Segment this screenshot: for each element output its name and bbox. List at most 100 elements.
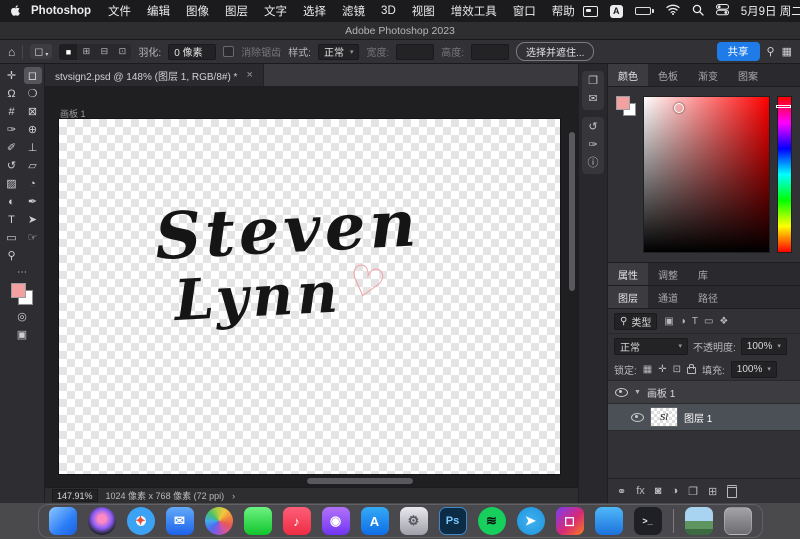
history-panel[interactable]: ↺ [588, 122, 597, 133]
music[interactable]: ♪ [283, 507, 311, 535]
path-selection-tool[interactable]: ➤ [24, 211, 42, 228]
tab-color[interactable]: 颜色 [608, 64, 648, 86]
photoshop[interactable]: Ps [439, 507, 467, 535]
horizontal-scroll-thumb[interactable] [307, 478, 413, 484]
status-chevron-icon[interactable]: › [232, 491, 235, 501]
panel-color-swatches[interactable] [616, 96, 636, 253]
notes-panel[interactable]: ✑ [588, 140, 597, 151]
workspace-switcher-icon[interactable]: ▦ [782, 45, 792, 58]
comments-panel[interactable]: ✉ [588, 94, 597, 105]
finder[interactable] [49, 507, 77, 535]
info-panel[interactable]: ⓘ [588, 158, 599, 169]
width-input[interactable] [396, 44, 434, 60]
tab-adjustments[interactable]: 调整 [648, 263, 688, 285]
libraries-panel[interactable]: ❐ [588, 76, 598, 87]
new-selection-mode[interactable]: ■ [59, 44, 77, 60]
menu-item[interactable]: 3D [381, 5, 396, 17]
menu-item[interactable]: 文字 [264, 3, 287, 19]
current-tool-button[interactable]: ◻▾ [30, 44, 52, 59]
layer-row-artboard[interactable]: ▼ 画板 1 [608, 381, 800, 404]
filter-pixel-layers[interactable]: ▣ [664, 316, 673, 327]
lock-position[interactable]: ✛ [658, 364, 666, 375]
menu-item[interactable]: 滤镜 [342, 3, 365, 19]
input-source-icon[interactable]: A [610, 5, 623, 18]
tab-swatches[interactable]: 色板 [648, 64, 688, 86]
podcasts[interactable]: ◉ [322, 507, 350, 535]
gradient-tool[interactable]: ▨ [3, 175, 21, 192]
new-group-icon[interactable]: ❐ [688, 485, 698, 498]
hand-tool[interactable]: ☞ [24, 229, 42, 246]
lock-all-icon[interactable] [687, 367, 696, 374]
eyedropper-tool[interactable]: ✑ [3, 121, 21, 138]
filter-smart-objects[interactable]: ❖ [719, 316, 728, 327]
layer-filter-select[interactable]: ⚲ 类型 [614, 313, 657, 330]
mail[interactable]: ✉ [166, 507, 194, 535]
layer-row-layer1[interactable]: Sl 图层 1 [608, 404, 800, 431]
select-and-mask-button[interactable]: 选择并遮住... [516, 42, 594, 61]
canvas-workspace[interactable]: 画板 1 Steven Lynn ♡ [45, 86, 578, 487]
instagram[interactable]: ◻ [556, 507, 584, 535]
vertical-scroll-thumb[interactable] [569, 132, 575, 291]
layer-thumbnail[interactable]: Sl [650, 407, 678, 427]
menu-item[interactable]: 编辑 [147, 3, 170, 19]
blend-mode-select[interactable]: 正常▾ [614, 338, 688, 355]
zoom-tool[interactable]: ⚲ [3, 247, 21, 264]
artboard-canvas[interactable]: Steven Lynn ♡ [59, 119, 560, 474]
pen-tool[interactable]: ✒ [24, 193, 42, 210]
healing-brush-tool[interactable]: ⊕ [24, 121, 42, 138]
battery-icon[interactable] [635, 7, 654, 15]
lock-artboard[interactable]: ⊡ [673, 364, 681, 375]
share-button[interactable]: 共享 [717, 42, 760, 61]
menu-item[interactable]: 窗口 [513, 3, 536, 19]
trash-icon[interactable] [724, 507, 752, 535]
tab-layers[interactable]: 图层 [608, 286, 648, 308]
fill-select[interactable]: 100%▾ [731, 361, 777, 378]
tool-slot[interactable] [24, 247, 42, 264]
subtract-selection-mode[interactable]: ⊟ [95, 44, 113, 60]
color-swatches[interactable] [10, 282, 34, 306]
opacity-select[interactable]: 100%▾ [741, 338, 787, 355]
home-button[interactable]: ⌂ [8, 45, 15, 59]
menu-app-name[interactable]: Photoshop [31, 5, 91, 17]
tab-properties[interactable]: 属性 [608, 263, 648, 285]
safari[interactable]: ✦ [127, 507, 155, 535]
spotify[interactable]: ≋ [478, 507, 506, 535]
foreground-color-swatch[interactable] [11, 283, 26, 298]
screen-mirroring-icon[interactable] [583, 6, 598, 17]
marquee-tool[interactable]: ◻ [24, 67, 42, 84]
layer-name[interactable]: 图层 1 [684, 410, 712, 425]
clone-stamp-tool[interactable]: ⊥ [24, 139, 42, 156]
hue-slider[interactable] [777, 96, 792, 253]
shape-tool[interactable]: ▭ [3, 229, 21, 246]
type-tool[interactable]: T [3, 211, 21, 228]
app-store[interactable]: A [361, 507, 389, 535]
menu-item[interactable]: 帮助 [552, 3, 575, 19]
messages[interactable] [244, 507, 272, 535]
color-picker-marker[interactable] [674, 103, 684, 113]
visibility-eye-icon[interactable] [631, 413, 644, 422]
terminal[interactable]: >_ [634, 507, 662, 535]
filter-type-layers[interactable]: T [692, 316, 698, 327]
tab-libraries[interactable]: 库 [688, 263, 718, 285]
menu-item[interactable]: 选择 [303, 3, 326, 19]
tab-paths[interactable]: 路径 [688, 286, 728, 308]
hue-slider-marker[interactable] [776, 105, 791, 108]
photos[interactable] [205, 507, 233, 535]
menu-item[interactable]: 视图 [412, 3, 435, 19]
lock-transparency[interactable]: ▦ [643, 364, 652, 375]
add-selection-mode[interactable]: ⊞ [77, 44, 95, 60]
move-tool[interactable]: ✛ [3, 67, 21, 84]
feather-input[interactable]: 0 像素 [168, 44, 216, 60]
tab-channels[interactable]: 通道 [648, 286, 688, 308]
photo-preview[interactable] [685, 507, 713, 535]
menu-item[interactable]: 图像 [186, 3, 209, 19]
tab-patterns[interactable]: 图案 [728, 64, 768, 86]
horizontal-scrollbar[interactable] [53, 477, 560, 486]
edit-toolbar-button[interactable]: ⋯ [17, 267, 27, 278]
system-settings[interactable]: ⚙ [400, 507, 428, 535]
intersect-selection-mode[interactable]: ⊡ [113, 44, 131, 60]
layer-name[interactable]: 画板 1 [647, 385, 675, 400]
spotlight-search-icon[interactable] [692, 4, 704, 19]
saturation-brightness-field[interactable] [643, 96, 770, 253]
crop-tool[interactable]: # [3, 103, 21, 120]
